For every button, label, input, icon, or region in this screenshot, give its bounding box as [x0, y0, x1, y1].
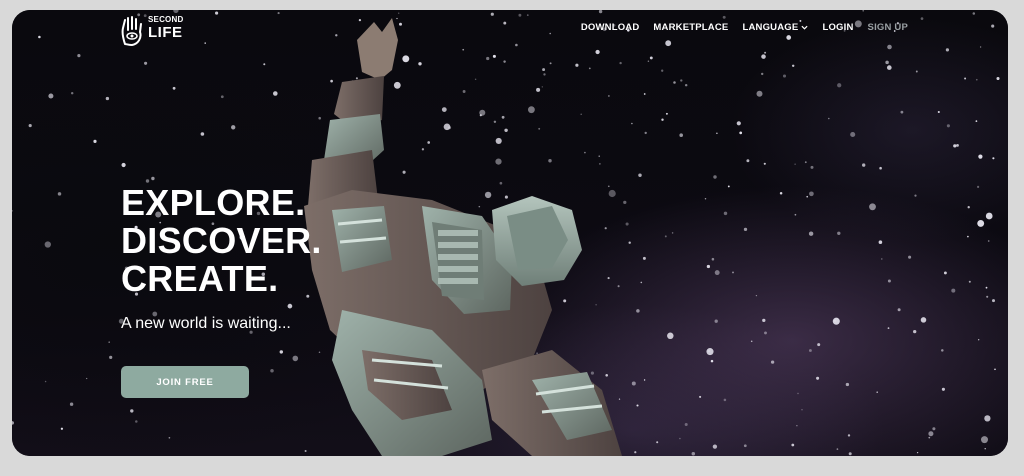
nav-login-label: LOGIN [822, 22, 854, 33]
top-navigation: DOWNLOAD MARKETPLACE LANGUAGE LOGIN SIGN… [581, 22, 908, 33]
hero-headline: EXPLORE. DISCOVER. CREATE. [121, 184, 322, 298]
nav-sign-up-label: SIGN UP [867, 22, 908, 33]
nav-download-label: DOWNLOAD [580, 22, 640, 33]
nav-language-label: LANGUAGE [742, 22, 799, 33]
hand-eye-icon [121, 16, 142, 46]
nav-marketplace[interactable]: MARKETPLACE [653, 22, 728, 33]
nav-download[interactable]: DOWNLOAD [581, 22, 640, 33]
headline-line-create: CREATE. [121, 258, 279, 299]
logo-bottom-text: LIFE [148, 24, 183, 41]
nav-sign-up[interactable]: SIGN UP [868, 22, 908, 33]
logo-wordmark: SECOND LIFE [148, 15, 184, 41]
logo-top-text: SECOND [148, 15, 184, 24]
hero-frame: SECOND LIFE DOWNLOAD MARKETPLACE LANGUAG… [12, 10, 1008, 456]
hero-subhead: A new world is waiting... [121, 315, 291, 332]
headline-line-discover: DISCOVER. [121, 220, 322, 261]
nav-language-dropdown[interactable]: LANGUAGE [742, 22, 808, 33]
nav-login[interactable]: LOGIN [822, 22, 853, 33]
join-free-button[interactable]: JOIN FREE [121, 366, 249, 398]
chevron-down-icon [801, 25, 808, 30]
headline-line-explore: EXPLORE. [121, 182, 306, 223]
nav-marketplace-label: MARKETPLACE [653, 22, 729, 33]
second-life-logo[interactable]: SECOND LIFE [120, 13, 192, 49]
